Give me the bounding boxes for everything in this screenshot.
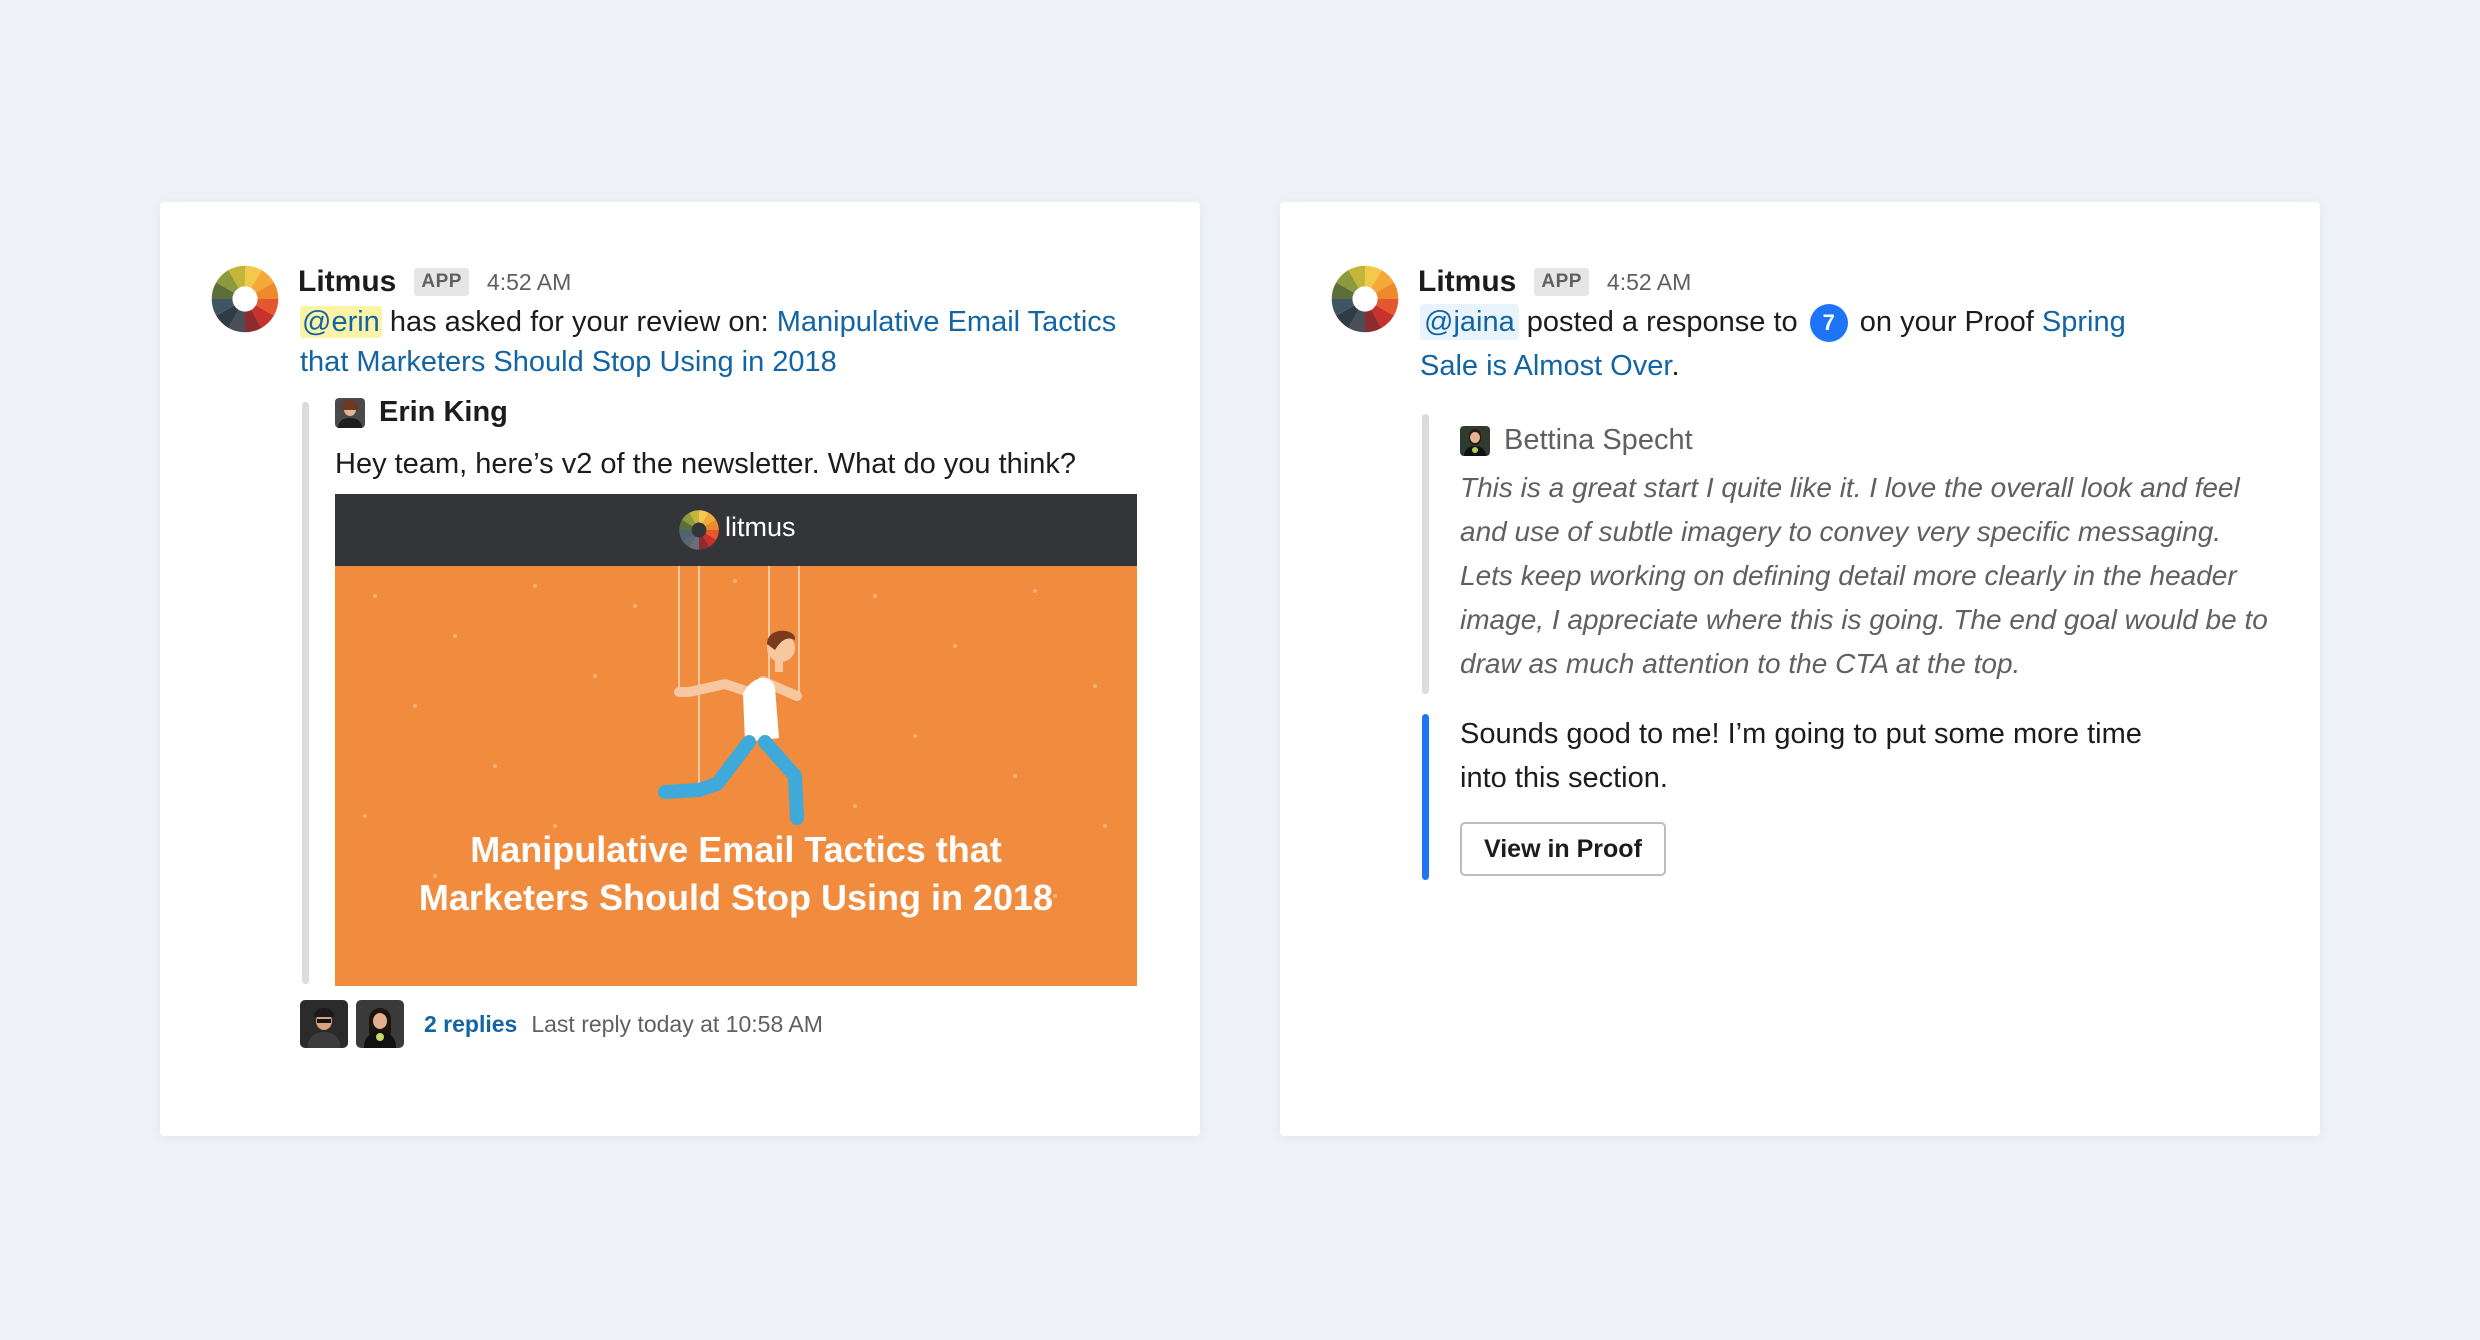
puppet-runner-illustration-icon (363, 566, 1107, 898)
reply-bar (1422, 714, 1429, 880)
attachment-author: Erin King (335, 396, 508, 429)
preview-header: litmus (335, 494, 1137, 566)
message-text: @jaina posted a response to 7 on your Pr… (1420, 300, 2180, 388)
thread-footer: 2 replies Last reply today at 10:58 AM (300, 1000, 823, 1048)
litmus-logo-small-icon (679, 510, 719, 550)
author-name[interactable]: Erin King (379, 396, 508, 429)
message-header: Litmus APP 4:52 AM (1418, 262, 1691, 302)
quote-author: Bettina Specht (1460, 424, 1693, 457)
attachment-text: Hey team, here’s v2 of the newsletter. W… (335, 448, 1076, 480)
user-mention[interactable]: @erin (300, 306, 382, 338)
preview-title-line-1: Manipulative Email Tactics that (470, 829, 1002, 870)
preview-title-line-2: Marketers Should Stop Using in 2018 (418, 877, 1054, 918)
message-end: . (1671, 350, 1680, 382)
message-header: Litmus APP 4:52 AM (298, 262, 571, 302)
app-name[interactable]: Litmus (1418, 265, 1516, 299)
app-badge: APP (414, 268, 469, 296)
litmus-logo-icon (1331, 265, 1399, 333)
author-avatar (335, 397, 365, 428)
quote-author-name[interactable]: Bettina Specht (1504, 424, 1693, 457)
notification-card-review: Litmus APP 4:52 AM @erin has asked for y… (160, 202, 1200, 1136)
preview-title: Manipulative Email Tactics that Marketer… (335, 826, 1137, 922)
message-body-1: posted a response to (1518, 306, 1806, 338)
preview-brand: litmus (725, 512, 796, 542)
preview-hero: Manipulative Email Tactics that Marketer… (335, 566, 1137, 986)
litmus-logo-icon (211, 265, 279, 333)
newsletter-preview-image[interactable]: litmus Manipulative Email Tactics that M… (335, 494, 1137, 986)
notification-card-response: Litmus APP 4:52 AM @jaina posted a respo… (1280, 202, 2320, 1136)
attachment-bar (302, 402, 309, 984)
replier-avatar[interactable] (300, 1000, 348, 1048)
quote-author-avatar (1460, 425, 1490, 456)
user-mention[interactable]: @jaina (1420, 304, 1519, 340)
view-in-proof-button[interactable]: View in Proof (1460, 822, 1666, 876)
timestamp[interactable]: 4:52 AM (487, 269, 571, 296)
message-text: @erin has asked for your review on: Mani… (300, 302, 1160, 382)
app-name[interactable]: Litmus (298, 265, 396, 299)
last-reply-time: Last reply today at 10:58 AM (531, 1010, 823, 1037)
quote-text: This is a great start I quite like it. I… (1460, 472, 2268, 679)
message-body: has asked for your review on: (381, 306, 777, 338)
app-badge: APP (1534, 268, 1589, 296)
quote-bar (1422, 414, 1429, 694)
message-body-2: on your Proof (1851, 306, 2042, 338)
replier-avatar[interactable] (356, 1000, 404, 1048)
comment-count-badge[interactable]: 7 (1809, 304, 1848, 343)
timestamp[interactable]: 4:52 AM (1607, 269, 1691, 296)
replies-link[interactable]: 2 replies (424, 1011, 517, 1038)
reply-text: Sounds good to me! I’m going to put some… (1460, 718, 2142, 794)
